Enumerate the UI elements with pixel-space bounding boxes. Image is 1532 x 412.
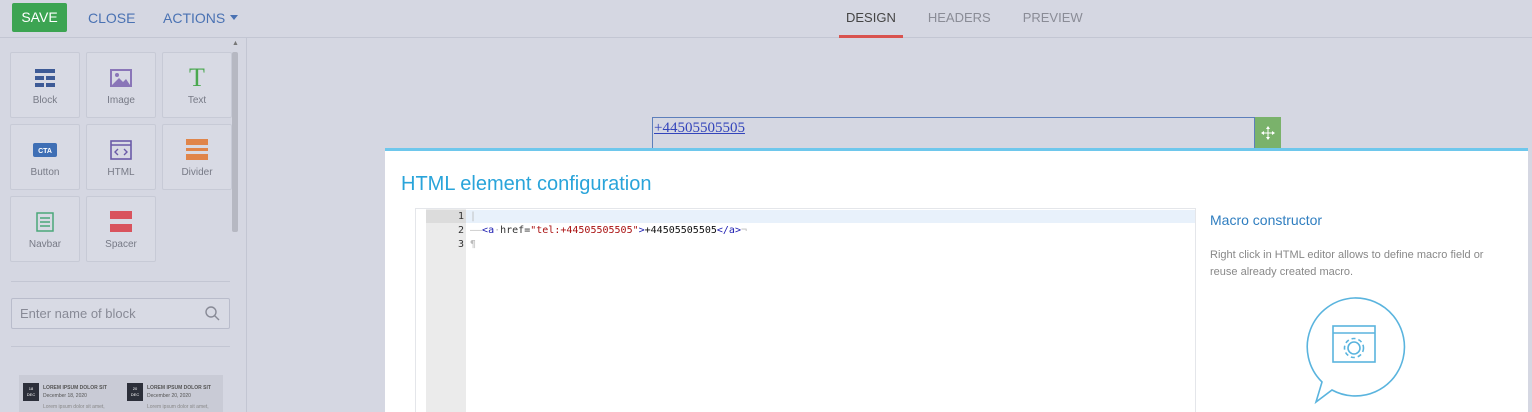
active-line (466, 210, 1195, 223)
preview-date-badge: 18 DEC (23, 383, 39, 401)
html-code-editor[interactable]: 1 2 3 | ——<a·href="tel:+44505505505">+44… (415, 208, 1196, 412)
code-tag-close: </a> (716, 225, 741, 236)
divider-icon (163, 139, 231, 161)
indent-marker: —— (470, 225, 483, 236)
block-tile-label: Navbar (28, 239, 62, 250)
html-config-dialog: HTML element configuration 1 2 3 | ——<a·… (385, 148, 1528, 412)
preview-title: LOREM IPSUM DOLOR SIT (43, 385, 107, 391)
designer-tabs: DESIGN HEADERS PREVIEW (839, 0, 1108, 38)
search-icon[interactable] (205, 306, 220, 326)
template-preview[interactable]: 18 DEC LOREM IPSUM DOLOR SIT December 18,… (19, 375, 223, 412)
scroll-up-arrow[interactable]: ▲ (232, 40, 239, 47)
block-tile-label: Text (187, 95, 207, 106)
block-tile-block[interactable]: Block (10, 52, 80, 118)
tab-headers[interactable]: HEADERS (921, 0, 998, 38)
tab-preview[interactable]: PREVIEW (1016, 0, 1090, 38)
block-tile-label: Divider (181, 167, 213, 178)
navbar-icon (11, 211, 79, 233)
cta-button-icon: CTA (11, 139, 79, 161)
actions-menu-button[interactable]: ACTIONS (163, 10, 239, 26)
block-tile-text[interactable]: T Text (162, 52, 232, 118)
code-attr-value: "tel:+44505505505" (530, 225, 639, 236)
line-number: 1 (457, 211, 464, 222)
macro-constructor-title: Macro constructor (1210, 212, 1323, 228)
top-toolbar: SAVE CLOSE ACTIONS DESIGN HEADERS PREVIE… (0, 0, 1532, 38)
text-icon: T (189, 63, 205, 92)
preview-text: Lorem ipsum dolor sit amet, (147, 404, 209, 410)
eol-marker: ¬ (740, 225, 748, 236)
block-tile-label: Button (30, 167, 60, 178)
block-tile-image[interactable]: Image (86, 52, 156, 118)
dialog-title: HTML element configuration (401, 173, 652, 195)
block-tile-navbar[interactable]: Navbar (10, 196, 80, 262)
line-number: 2 (457, 225, 464, 236)
block-tile-spacer[interactable]: Spacer (86, 196, 156, 262)
image-icon (87, 67, 155, 89)
phone-link[interactable]: +44505505505 (654, 120, 745, 137)
macro-constructor-description: Right click in HTML editor allows to def… (1210, 249, 1484, 278)
panel-scrollbar[interactable] (232, 52, 238, 232)
close-button[interactable]: CLOSE (88, 10, 135, 26)
block-tile-label: Image (107, 95, 135, 106)
code-tag-open: <a (482, 225, 495, 236)
macro-settings-illustration-icon (1302, 296, 1406, 412)
move-icon[interactable] (1255, 117, 1281, 149)
pilcrow-marker: ¶ (470, 239, 477, 250)
block-icon (11, 67, 79, 89)
preview-date: December 20, 2020 (147, 393, 191, 399)
divider-line (11, 281, 230, 282)
block-tile-label: Spacer (105, 239, 137, 250)
line-number: 3 (457, 239, 464, 250)
tab-design[interactable]: DESIGN (839, 0, 903, 38)
blocks-panel: ▲ Block Image T Text CTA Button HTML Div… (0, 38, 247, 412)
block-tile-divider[interactable]: Divider (162, 124, 232, 190)
selected-html-element[interactable]: +44505505505 (652, 117, 1255, 151)
block-tile-label: HTML (107, 167, 135, 178)
preview-date-badge: 20 DEC (127, 383, 143, 401)
code-text: +44505505505 (644, 225, 717, 236)
save-button[interactable]: SAVE (12, 3, 67, 32)
block-tile-html[interactable]: HTML (86, 124, 156, 190)
chevron-down-icon (230, 15, 239, 20)
code-line-2: ——<a·href="tel:+44505505505">+4450550550… (470, 225, 747, 236)
preview-title: LOREM IPSUM DOLOR SIT (147, 385, 211, 391)
code-line-1: | (470, 211, 476, 222)
html-icon (87, 139, 155, 161)
spacer-icon (87, 211, 155, 233)
code-line-3: ¶ (470, 239, 476, 250)
svg-text:CTA: CTA (38, 148, 52, 155)
search-input[interactable] (12, 299, 202, 328)
preview-text: Lorem ipsum dolor sit amet, (43, 404, 105, 410)
divider-line (11, 346, 230, 347)
block-tile-button[interactable]: CTA Button (10, 124, 80, 190)
preview-date: December 18, 2020 (43, 393, 87, 399)
actions-label: ACTIONS (163, 10, 226, 26)
cursor-marker: | (470, 211, 477, 222)
block-tile-label: Block (32, 95, 58, 106)
code-attr: href= (500, 225, 531, 236)
block-search (11, 298, 230, 329)
